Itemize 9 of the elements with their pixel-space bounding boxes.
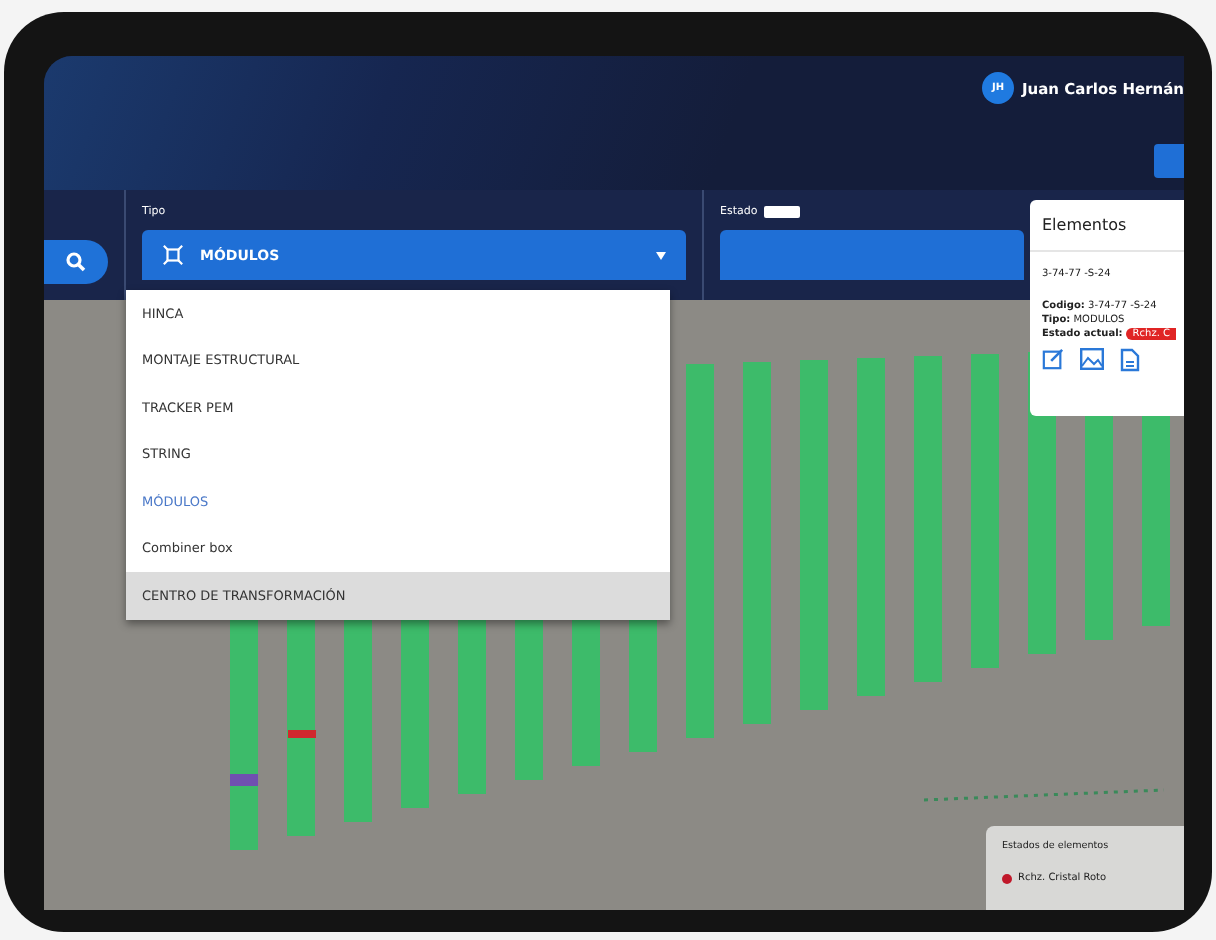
edit-icon[interactable] <box>1042 348 1064 370</box>
document-icon[interactable] <box>1120 348 1140 372</box>
module-icon <box>162 244 184 266</box>
image-icon[interactable] <box>1080 348 1104 370</box>
search-button[interactable] <box>44 239 108 283</box>
filter-tag <box>763 206 800 218</box>
caret-icon <box>656 251 666 259</box>
search-icon <box>66 251 86 271</box>
panel-title: Elementos <box>1042 216 1129 234</box>
